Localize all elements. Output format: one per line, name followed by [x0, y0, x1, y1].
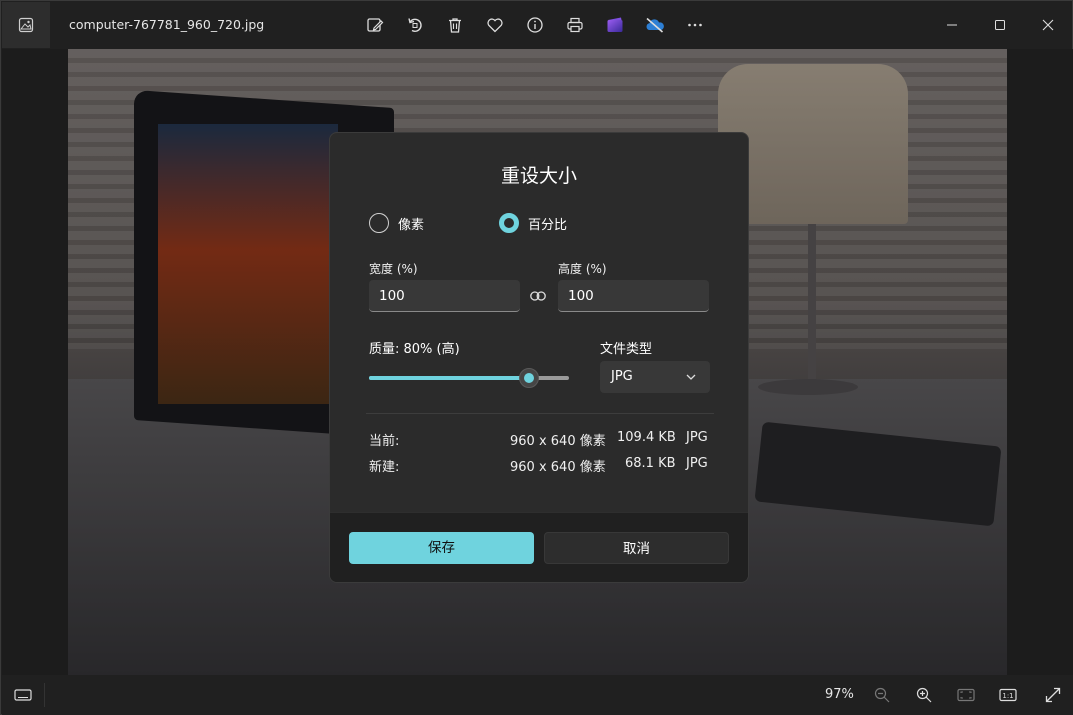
- photos-app-icon: [18, 17, 34, 33]
- new-dimensions: 960 x 640 像素: [510, 460, 606, 475]
- delete-button[interactable]: [443, 13, 467, 37]
- actual-size-icon: 1:1: [999, 688, 1017, 702]
- slider-fill: [369, 376, 529, 380]
- quality-slider[interactable]: [369, 368, 569, 388]
- filetype-value: JPG: [611, 369, 633, 384]
- slider-thumb[interactable]: [519, 368, 539, 388]
- new-info-row: 新建: 960 x 640 像素 68.1 KB JPG: [369, 456, 711, 475]
- close-window-button[interactable]: [1025, 9, 1071, 41]
- resize-dialog: 重设大小 像素 百分比 宽度 (%) 高度 (%) 100 100 质量: 80…: [329, 132, 749, 583]
- new-label: 新建:: [369, 460, 400, 475]
- cancel-button[interactable]: 取消: [544, 532, 729, 564]
- rotate-icon: [408, 18, 422, 32]
- chevron-down-icon: [686, 374, 696, 380]
- title-bar: computer-767781_960_720.jpg: [1, 1, 1072, 49]
- delete-icon: [449, 18, 461, 33]
- current-type: JPG: [686, 430, 708, 445]
- quality-label: 质量: 80% (高): [369, 342, 460, 357]
- current-size: 109.4 KB: [617, 430, 676, 445]
- height-label: 高度 (%): [558, 262, 607, 276]
- dialog-footer: 保存 取消: [330, 512, 748, 582]
- edit-image-icon: [367, 18, 384, 32]
- dialog-title: 重设大小: [500, 165, 577, 187]
- fit-to-window-icon: [957, 688, 975, 702]
- maximize-icon: [995, 20, 1005, 30]
- minimize-button[interactable]: [929, 9, 975, 41]
- fullscreen-button[interactable]: [1042, 684, 1064, 706]
- width-label: 宽度 (%): [369, 262, 418, 276]
- fit-to-window-button[interactable]: [955, 684, 977, 706]
- actual-size-button[interactable]: 1:1: [997, 684, 1019, 706]
- radio-pixels[interactable]: 像素: [369, 212, 424, 234]
- photos-window: computer-767781_960_720.jpg 重设大小 像素 百分比 …: [0, 0, 1073, 715]
- app-icon[interactable]: [2, 2, 50, 48]
- radio-percent-circle[interactable]: [499, 213, 519, 233]
- divider: [366, 413, 714, 414]
- filetype-dropdown[interactable]: JPG: [600, 361, 710, 393]
- new-type: JPG: [686, 456, 708, 471]
- onedrive-offline-icon: [646, 17, 664, 33]
- image-canvas[interactable]: 重设大小 像素 百分比 宽度 (%) 高度 (%) 100 100 质量: 80…: [2, 49, 1073, 675]
- zoom-out-button[interactable]: [871, 684, 893, 706]
- info-button[interactable]: [523, 13, 547, 37]
- favorite-button[interactable]: [483, 13, 507, 37]
- filetype-label: 文件类型: [600, 342, 653, 357]
- file-name: computer-767781_960_720.jpg: [69, 17, 265, 32]
- filmstrip-button[interactable]: [12, 684, 34, 706]
- svg-text:1:1: 1:1: [1002, 692, 1013, 700]
- onedrive-button[interactable]: [643, 13, 667, 37]
- favorite-icon: [487, 18, 503, 33]
- minimize-icon: [947, 24, 957, 26]
- zoom-out-icon: [874, 687, 890, 703]
- filmstrip-icon: [14, 689, 32, 701]
- more-icon: [688, 23, 702, 27]
- zoom-level[interactable]: 97%: [825, 687, 854, 702]
- radio-pixels-label: 像素: [398, 217, 425, 233]
- clipchamp-icon: [607, 17, 623, 32]
- current-label: 当前:: [369, 434, 400, 449]
- width-input[interactable]: 100: [369, 280, 520, 312]
- zoom-in-icon: [916, 687, 932, 703]
- height-input[interactable]: 100: [558, 280, 709, 312]
- radio-pixels-circle[interactable]: [369, 213, 389, 233]
- print-button[interactable]: [563, 13, 587, 37]
- maximize-button[interactable]: [977, 9, 1023, 41]
- zoom-in-button[interactable]: [913, 684, 935, 706]
- print-icon: [567, 17, 583, 33]
- expand-icon: [1045, 687, 1061, 703]
- more-button[interactable]: [683, 13, 707, 37]
- clipchamp-button[interactable]: [603, 13, 627, 37]
- info-icon: [527, 17, 543, 33]
- current-info-row: 当前: 960 x 640 像素 109.4 KB JPG: [369, 430, 711, 449]
- save-button[interactable]: 保存: [349, 532, 534, 564]
- close-icon: [1042, 19, 1054, 31]
- link-icon: [530, 291, 546, 301]
- radio-percent[interactable]: 百分比: [499, 212, 567, 234]
- rotate-button[interactable]: [403, 13, 427, 37]
- edit-image-button[interactable]: [363, 13, 387, 37]
- radio-percent-label: 百分比: [528, 217, 568, 233]
- status-divider: [44, 683, 45, 707]
- current-dimensions: 960 x 640 像素: [510, 434, 606, 449]
- new-size: 68.1 KB: [625, 456, 676, 471]
- lock-aspect-ratio-button[interactable]: [529, 288, 547, 304]
- status-bar: 97% 1:1: [2, 675, 1073, 715]
- toolbar: [363, 13, 723, 37]
